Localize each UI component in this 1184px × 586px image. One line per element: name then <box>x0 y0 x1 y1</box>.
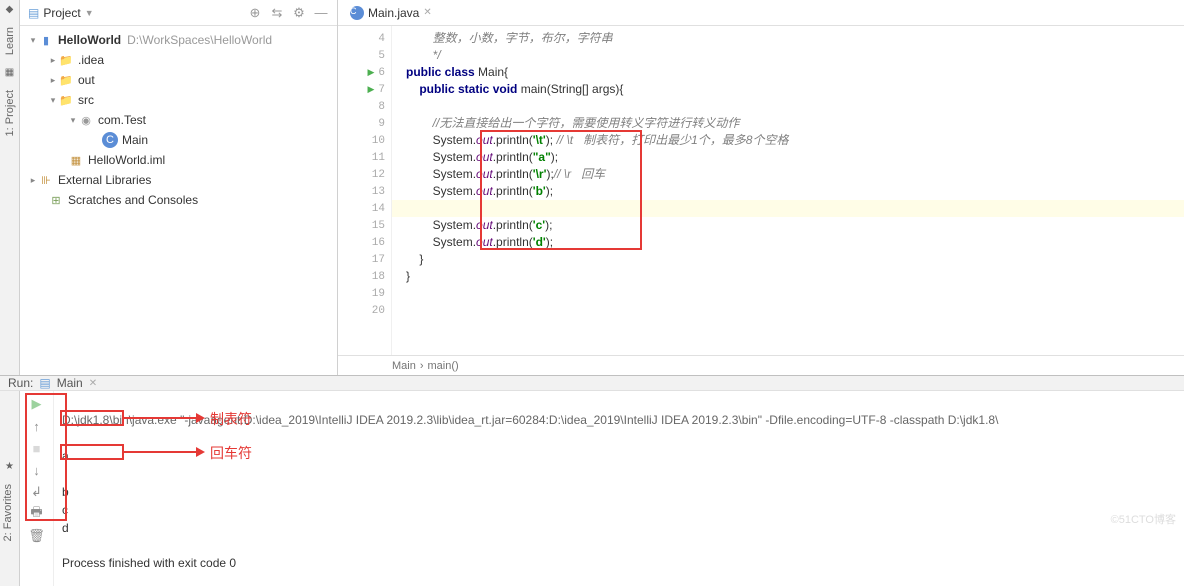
tree-item-package[interactable]: ▾ ◉ com.Test <box>20 110 337 130</box>
tree-item-src[interactable]: ▾ 📁 src <box>20 90 337 110</box>
project-tab-icon[interactable]: ▦ <box>5 63 14 82</box>
tree-item-iml[interactable]: ▦ HelloWorld.iml <box>20 150 337 170</box>
breadcrumb-method[interactable]: main() <box>428 360 459 372</box>
console-line-a: a <box>62 449 69 463</box>
class-icon: C <box>102 132 118 148</box>
project-panel-header: ▤ Project ▼ ⊕ ⇆ ⚙ — <box>20 0 337 26</box>
run-panel-body: ★ 2: Favorites ▶ ↑ ■ ↓ ↲ 🖶 🗑 D:\jdk1.8\b… <box>0 391 1184 586</box>
run-gutter-icon[interactable]: ▶ <box>367 84 374 95</box>
scroll-down-icon[interactable]: ↓ <box>28 461 46 479</box>
console-line-blank <box>62 467 65 481</box>
run-config-icon: ▤ <box>39 376 50 390</box>
close-icon[interactable]: ✕ <box>423 7 431 18</box>
code-area[interactable]: 4 5 ▶6 ▶7 8 9 10 11 12 13 14 15 16 17 18… <box>338 26 1184 355</box>
code-content[interactable]: 整数，小数，字节，布尔，字符串 */ public class Main{ pu… <box>392 26 1184 355</box>
learn-tab-icon[interactable]: ◆ <box>6 0 14 19</box>
scroll-up-icon[interactable]: ↑ <box>28 417 46 435</box>
side-tab-learn[interactable]: Learn <box>2 19 18 63</box>
annotation-tab-label: 制表符 <box>210 409 252 429</box>
tree-item-scratches[interactable]: ⊞ Scratches and Consoles <box>20 190 337 210</box>
console-line-b: b <box>62 485 69 499</box>
tree-item-out[interactable]: ▸ 📁 out <box>20 70 337 90</box>
tab-main-java[interactable]: C Main.java ✕ <box>342 1 440 25</box>
package-icon: ◉ <box>78 112 94 128</box>
breadcrumb[interactable]: Main › main() <box>338 355 1184 375</box>
run-panel-header: Run: ▤ Main ✕ <box>0 376 1184 391</box>
console-line-c: c <box>62 503 68 517</box>
stop-icon[interactable]: ■ <box>28 439 46 457</box>
run-panel: Run: ▤ Main ✕ ★ 2: Favorites ▶ ↑ ■ ↓ ↲ 🖶… <box>0 375 1184 533</box>
tree-item-idea[interactable]: ▸ 📁 .idea <box>20 50 337 70</box>
class-icon: C <box>350 6 364 20</box>
library-icon: ⊪ <box>38 172 54 188</box>
chevron-down-icon: ▾ <box>48 95 58 106</box>
console-exit: Process finished with exit code 0 <box>62 556 236 570</box>
rerun-icon[interactable]: ▶ <box>28 395 46 413</box>
folder-icon: 📁 <box>58 72 74 88</box>
favorites-tab-icon[interactable]: ★ <box>0 391 19 476</box>
tree-item-extlib[interactable]: ▸ ⊪ External Libraries <box>20 170 337 190</box>
left-side-tabs: ◆ Learn ▦ 1: Project <box>0 0 20 375</box>
gear-icon[interactable]: ⚙ <box>291 5 307 21</box>
annotation-cr-label: 回车符 <box>210 443 252 463</box>
gutter: 4 5 ▶6 ▶7 8 9 10 11 12 13 14 15 16 17 18… <box>338 26 392 355</box>
chevron-down-icon: ▾ <box>28 35 38 46</box>
tree-item-main[interactable]: C Main <box>20 130 337 150</box>
src-folder-icon: 📁 <box>58 92 74 108</box>
chevron-right-icon: › <box>420 360 424 372</box>
run-gutter-icon[interactable]: ▶ <box>367 67 374 78</box>
close-icon[interactable]: ✕ <box>89 378 97 389</box>
project-panel: ▤ Project ▼ ⊕ ⇆ ⚙ — ▾ ▮ HelloWorld D:\Wo… <box>20 0 338 375</box>
side-tab-favorites[interactable]: 2: Favorites <box>0 476 16 549</box>
editor-tabs: C Main.java ✕ <box>338 0 1184 26</box>
run-tab-name[interactable]: Main <box>57 376 83 390</box>
editor-area: C Main.java ✕ 4 5 ▶6 ▶7 8 9 10 11 12 13 … <box>338 0 1184 375</box>
project-tree: ▾ ▮ HelloWorld D:\WorkSpaces\HelloWorld … <box>20 26 337 375</box>
scratches-icon: ⊞ <box>48 192 64 208</box>
soft-wrap-icon[interactable]: ↲ <box>28 483 46 501</box>
console-line-tab <box>62 431 89 445</box>
console-command: D:\jdk1.8\bin\java.exe "-javaagent:D:\id… <box>62 413 998 427</box>
favorites-side-tab-area: ★ 2: Favorites <box>0 391 20 586</box>
folder-icon: 📁 <box>58 52 74 68</box>
chevron-down-icon: ▾ <box>68 115 78 126</box>
chevron-right-icon: ▸ <box>28 175 38 186</box>
chevron-right-icon: ▸ <box>48 55 58 66</box>
iml-file-icon: ▦ <box>68 152 84 168</box>
expand-icon[interactable]: ⇆ <box>269 5 285 21</box>
run-toolbar: ▶ ↑ ■ ↓ ↲ 🖶 🗑 <box>20 391 54 586</box>
locate-icon[interactable]: ⊕ <box>247 5 263 21</box>
breadcrumb-class[interactable]: Main <box>392 360 416 372</box>
side-tab-project[interactable]: 1: Project <box>2 82 18 144</box>
project-view-icon: ▤ <box>28 6 39 20</box>
minimize-icon[interactable]: — <box>313 5 329 21</box>
module-icon: ▮ <box>38 32 54 48</box>
watermark: ©51CTO博客 <box>1111 511 1176 527</box>
chevron-right-icon: ▸ <box>48 75 58 86</box>
dropdown-arrow-icon: ▼ <box>85 8 94 18</box>
print-icon[interactable]: 🖶 <box>28 505 46 523</box>
run-label: Run: <box>8 376 33 390</box>
project-panel-title[interactable]: ▤ Project ▼ <box>28 6 247 20</box>
trash-icon[interactable]: 🗑 <box>28 527 46 545</box>
tree-root[interactable]: ▾ ▮ HelloWorld D:\WorkSpaces\HelloWorld <box>20 30 337 50</box>
